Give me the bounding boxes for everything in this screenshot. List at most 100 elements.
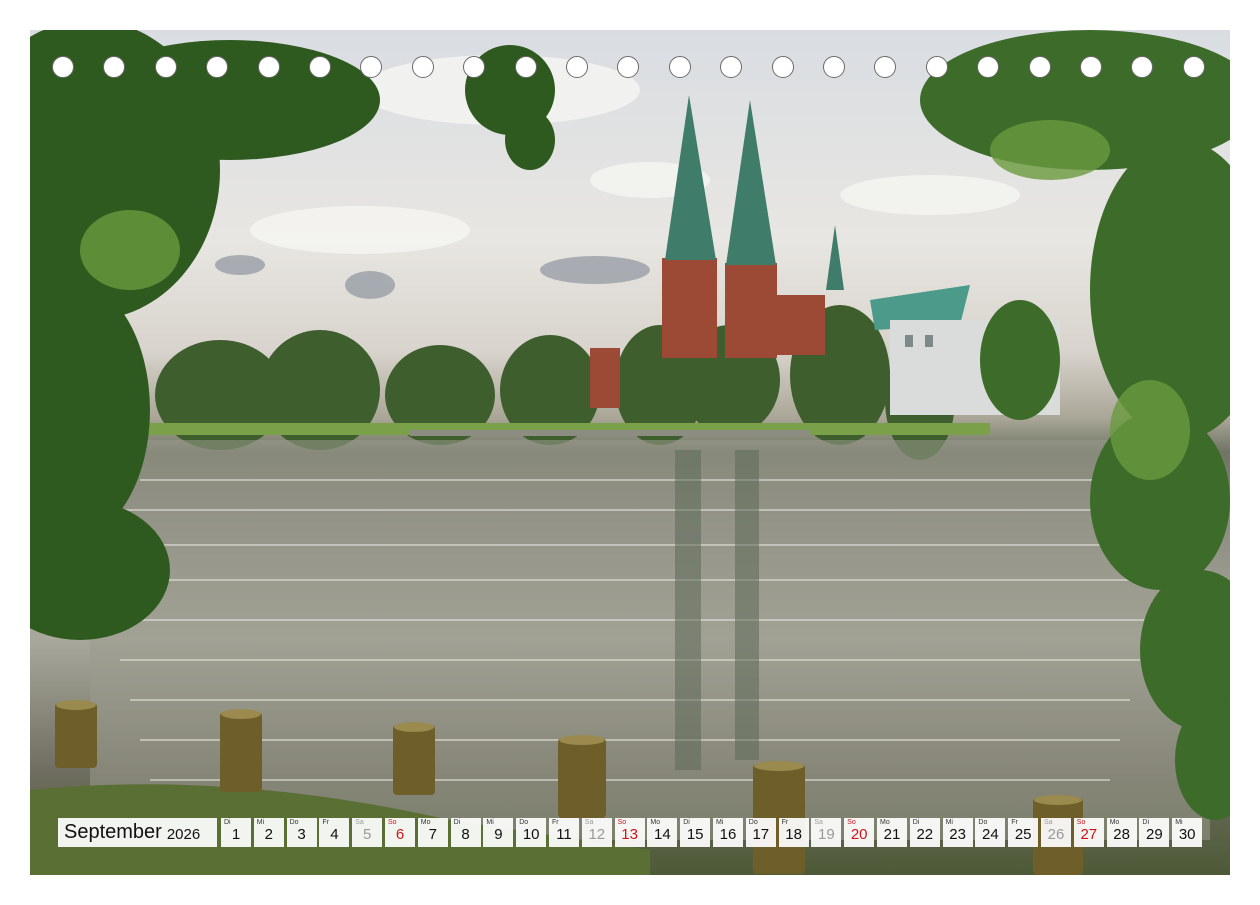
binding-hole: [1131, 56, 1154, 78]
day-number: 9: [494, 826, 503, 843]
weekday-label: Fr: [781, 819, 789, 826]
day-number: 7: [428, 826, 437, 843]
month-calendar-strip: September 2026 Di 1 Mi 2 Do 3 Fr 4 Sa 5 So 6 Mo 7 Di 8 M…: [58, 818, 1208, 847]
day-cell: So 27: [1073, 818, 1104, 847]
day-number: 22: [916, 826, 934, 843]
day-cell: Do 10: [516, 818, 547, 847]
day-cell: Sa 5: [352, 818, 383, 847]
day-number: 20: [850, 826, 868, 843]
lake-cathedral-scene: [30, 30, 1230, 875]
weekday-label: Do: [519, 819, 529, 826]
weekday-label: Do: [978, 819, 988, 826]
weekday-label: Di: [1142, 819, 1150, 826]
binding-hole: [1028, 56, 1051, 78]
day-cell: Mo 7: [417, 818, 448, 847]
day-number: 17: [752, 826, 770, 843]
weekday-label: Sa: [1044, 819, 1053, 826]
weekday-label: So: [388, 819, 397, 826]
weekday-label: Mi: [716, 819, 724, 826]
weekday-label: Do: [748, 819, 758, 826]
day-number: 19: [818, 826, 835, 843]
day-cell: Mi 2: [253, 818, 284, 847]
weekday-label: Mi: [486, 819, 494, 826]
binding-hole: [566, 56, 588, 78]
day-number: 24: [982, 826, 999, 843]
day-number: 12: [588, 826, 606, 843]
day-number: 10: [522, 826, 540, 843]
weekday-label: Di: [912, 819, 920, 826]
day-number: 4: [330, 826, 339, 843]
day-number: 15: [686, 826, 704, 843]
binding-hole: [257, 56, 280, 78]
weekday-label: Fr: [1011, 819, 1018, 826]
weekday-label: So: [1076, 819, 1086, 826]
day-cell: Mi 9: [483, 818, 514, 847]
day-cell: Di 22: [909, 818, 940, 847]
weekday-label: Mi: [945, 819, 953, 826]
day-number: 5: [363, 826, 372, 843]
weekday-label: Di: [683, 819, 690, 826]
day-number: 16: [719, 826, 737, 843]
binding-hole: [514, 56, 537, 78]
weekday-label: So: [847, 819, 856, 826]
binding-hole: [103, 56, 126, 78]
day-cell: Do 3: [286, 818, 317, 847]
day-number: 8: [461, 826, 470, 843]
day-cell: Fr 11: [549, 818, 579, 847]
day-cell: Mi 30: [1172, 818, 1203, 847]
weekday-label: Mi: [1175, 819, 1183, 826]
day-cell: Sa 26: [1041, 818, 1071, 847]
binding-hole: [977, 56, 1000, 78]
day-cell: Sa 19: [811, 818, 842, 847]
day-cell: Mo 28: [1106, 818, 1137, 847]
day-cell: Fr 4: [319, 818, 350, 847]
binding-hole: [771, 56, 794, 78]
day-cell: Sa 12: [581, 818, 612, 847]
calendar-photo: [30, 30, 1230, 875]
weekday-label: Mo: [1109, 819, 1120, 826]
binding-hole: [52, 56, 74, 78]
binding-hole: [668, 56, 691, 78]
weekday-label: Do: [289, 819, 299, 826]
year: 2026: [166, 825, 201, 843]
weekday-label: Fr: [552, 819, 559, 826]
binding-hole: [925, 56, 948, 78]
binding-hole: [874, 56, 897, 78]
binding-hole: [720, 56, 743, 78]
day-number: 30: [1178, 826, 1196, 843]
day-cell: Fr 18: [778, 818, 809, 847]
binding-hole: [411, 56, 434, 78]
day-number: 27: [1080, 826, 1098, 843]
day-number: 26: [1047, 826, 1065, 843]
day-number: 25: [1014, 826, 1032, 843]
day-number: 11: [556, 826, 572, 843]
month-label: September 2026: [58, 818, 217, 847]
binding-hole: [154, 56, 177, 78]
day-cell: Mo 14: [647, 818, 678, 847]
day-cell: Do 17: [745, 818, 776, 847]
binding-hole: [360, 56, 383, 78]
day-cell: Di 29: [1139, 818, 1170, 847]
weekday-label: Mo: [420, 819, 431, 826]
binding-hole: [309, 56, 331, 78]
day-number: 29: [1146, 826, 1163, 843]
day-number: 2: [264, 826, 273, 843]
binding-hole: [463, 56, 486, 78]
binding-hole: [206, 56, 229, 78]
binding-hole: [1080, 56, 1102, 78]
binding-hole: [617, 56, 640, 78]
weekday-label: So: [617, 819, 627, 826]
weekday-label: Mo: [880, 819, 890, 826]
weekday-label: Di: [453, 819, 461, 826]
day-cell: Di 8: [450, 818, 481, 847]
day-number: 1: [231, 826, 241, 843]
weekday-label: Fr: [322, 819, 329, 826]
weekday-label: Sa: [584, 819, 594, 826]
day-number: 3: [297, 826, 306, 843]
binding-holes: [52, 56, 1212, 78]
weekday-label: Mi: [256, 819, 265, 826]
binding-hole: [823, 56, 845, 78]
day-cell: Mi 23: [942, 818, 973, 847]
day-number: 18: [785, 826, 802, 843]
day-cell: So 20: [844, 818, 875, 847]
